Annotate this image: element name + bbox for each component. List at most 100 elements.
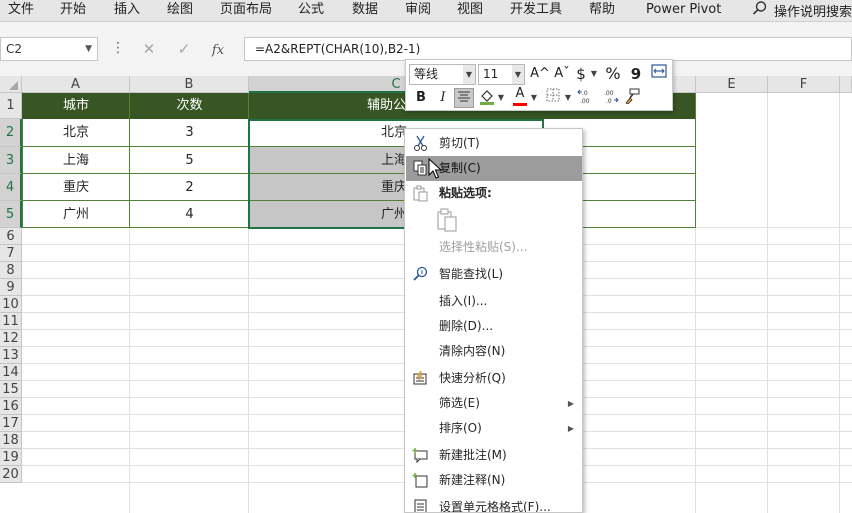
menu-item-quick-analysis[interactable]: 快速分析(Q) [406, 366, 582, 391]
menu-item-label: 筛选(E) [439, 396, 480, 410]
row-header-7[interactable]: 7 [0, 245, 22, 262]
menu-item-label: 删除(D)... [439, 319, 494, 333]
row-header-4[interactable]: 4 [0, 174, 22, 201]
row-header-19[interactable]: 19 [0, 449, 22, 466]
accounting-format-button[interactable]: $ [574, 64, 588, 84]
tab-review[interactable]: 审阅 [405, 0, 431, 22]
row-header-2[interactable]: 2 [0, 119, 22, 147]
font-name-select[interactable]: 等线 ▼ [409, 64, 476, 85]
menu-item-paste-special[interactable]: 选择性粘贴(S)... [406, 235, 582, 260]
row-header-9[interactable]: 9 [0, 279, 22, 296]
table-cell[interactable]: 北京 [22, 119, 130, 147]
chevron-down-icon[interactable]: ▼ [590, 64, 598, 84]
chevron-down-icon[interactable]: ▼ [497, 88, 505, 108]
menu-item-label: 设置单元格格式(F)... [439, 500, 551, 513]
row-header-8[interactable]: 8 [0, 262, 22, 279]
tab-data[interactable]: 数据 [352, 0, 378, 22]
name-box[interactable]: C2 ▼ [0, 37, 98, 61]
menu-item-cut[interactable]: 剪切(T) [406, 131, 582, 156]
cancel-button[interactable]: ✕ [137, 38, 161, 60]
row-header-14[interactable]: 14 [0, 364, 22, 381]
increase-decimal-icon[interactable]: .0.00 [576, 88, 596, 108]
column-header-f[interactable]: F [768, 76, 840, 93]
table-cell[interactable]: 5 [130, 147, 249, 174]
fill-color-button[interactable] [478, 88, 496, 108]
borders-button[interactable] [544, 88, 562, 108]
row-header-6[interactable]: 6 [0, 228, 22, 245]
tab-insert[interactable]: 插入 [114, 0, 140, 22]
decrease-font-size-button[interactable]: Aˇ [552, 64, 572, 84]
row-header-13[interactable]: 13 [0, 347, 22, 364]
insert-function-button[interactable]: fx [206, 38, 230, 60]
table-cell[interactable]: 重庆 [22, 174, 130, 201]
menu-item-new-comment[interactable]: 新建批注(M) [406, 443, 582, 468]
tab-developer[interactable]: 开发工具 [510, 0, 562, 22]
menu-item-filter[interactable]: 筛选(E) ▶ [406, 391, 582, 416]
tab-home[interactable]: 开始 [60, 0, 86, 22]
merge-center-icon[interactable] [649, 64, 669, 84]
formula-input[interactable]: =A2&REPT(CHAR(10),B2-1) [244, 37, 852, 61]
comma-style-button[interactable]: 9 [628, 64, 644, 84]
column-header-b[interactable]: B [130, 76, 249, 93]
menu-item-clear-contents[interactable]: 清除内容(N) [406, 339, 582, 364]
quick-analysis-icon [412, 370, 429, 387]
mouse-cursor-icon [428, 157, 443, 180]
tab-page-layout[interactable]: 页面布局 [220, 0, 272, 22]
row-header-1[interactable]: 1 [0, 93, 22, 119]
format-painter-icon[interactable] [622, 88, 642, 108]
table-header-city[interactable]: 城市 [22, 93, 130, 119]
menu-item-format-cells[interactable]: 设置单元格格式(F)... [406, 495, 582, 513]
menu-item-delete[interactable]: 删除(D)... [406, 314, 582, 339]
enter-button[interactable]: ✓ [172, 38, 196, 60]
select-all-button[interactable] [0, 76, 22, 93]
bold-button[interactable]: B [412, 88, 430, 108]
table-border [129, 93, 130, 228]
row-header-16[interactable]: 16 [0, 398, 22, 415]
tab-file[interactable]: 文件 [8, 0, 34, 22]
font-size-select[interactable]: 11 ▼ [478, 64, 525, 85]
row-header-18[interactable]: 18 [0, 432, 22, 449]
align-center-button[interactable] [454, 88, 474, 108]
table-cell[interactable]: 2 [130, 174, 249, 201]
percent-style-button[interactable]: % [604, 64, 622, 84]
svg-text:.0: .0 [582, 90, 588, 97]
row-header-15[interactable]: 15 [0, 381, 22, 398]
tab-view[interactable]: 视图 [457, 0, 483, 22]
menu-item-sort[interactable]: 排序(O) ▶ [406, 416, 582, 441]
chevron-down-icon[interactable]: ▼ [463, 65, 475, 84]
chevron-down-icon[interactable]: ▼ [564, 88, 572, 108]
tab-formulas[interactable]: 公式 [298, 0, 324, 22]
tab-draw[interactable]: 绘图 [167, 0, 193, 22]
table-cell[interactable]: 4 [130, 201, 249, 228]
chevron-down-icon[interactable]: ▼ [512, 65, 524, 84]
table-cell[interactable]: 广州 [22, 201, 130, 228]
tell-me-search[interactable]: 操作说明搜索 [752, 0, 852, 22]
increase-font-size-button[interactable]: A^ [530, 64, 550, 84]
tab-help[interactable]: 帮助 [589, 0, 615, 22]
row-header-5[interactable]: 5 [0, 201, 22, 228]
vertical-dots-icon[interactable]: ⋮ [111, 40, 125, 56]
table-cell[interactable]: 3 [130, 119, 249, 147]
table-header-count[interactable]: 次数 [130, 93, 249, 119]
column-header-g[interactable] [840, 76, 852, 93]
chevron-down-icon[interactable]: ▼ [85, 38, 92, 60]
row-header-12[interactable]: 12 [0, 330, 22, 347]
decrease-decimal-icon[interactable]: .00.0 [600, 88, 620, 108]
row-header-3[interactable]: 3 [0, 147, 22, 174]
table-cell[interactable]: 上海 [22, 147, 130, 174]
italic-button[interactable]: I [434, 88, 452, 108]
font-color-button[interactable]: A [512, 86, 528, 106]
row-header-20[interactable]: 20 [0, 466, 22, 483]
menu-item-smart-lookup[interactable]: 智能查找(L) [406, 262, 582, 287]
chevron-down-icon[interactable]: ▼ [530, 88, 538, 108]
tab-power-pivot[interactable]: Power Pivot [646, 0, 721, 22]
menu-item-label: 新建批注(M) [439, 448, 507, 462]
row-header-11[interactable]: 11 [0, 313, 22, 330]
column-header-e[interactable]: E [696, 76, 768, 93]
menu-item-new-note[interactable]: 新建注释(N) [406, 468, 582, 493]
column-header-a[interactable]: A [22, 76, 130, 93]
row-header-10[interactable]: 10 [0, 296, 22, 313]
row-header-17[interactable]: 17 [0, 415, 22, 432]
paste-values-icon[interactable] [436, 208, 458, 232]
menu-item-insert[interactable]: 插入(I)... [406, 289, 582, 314]
